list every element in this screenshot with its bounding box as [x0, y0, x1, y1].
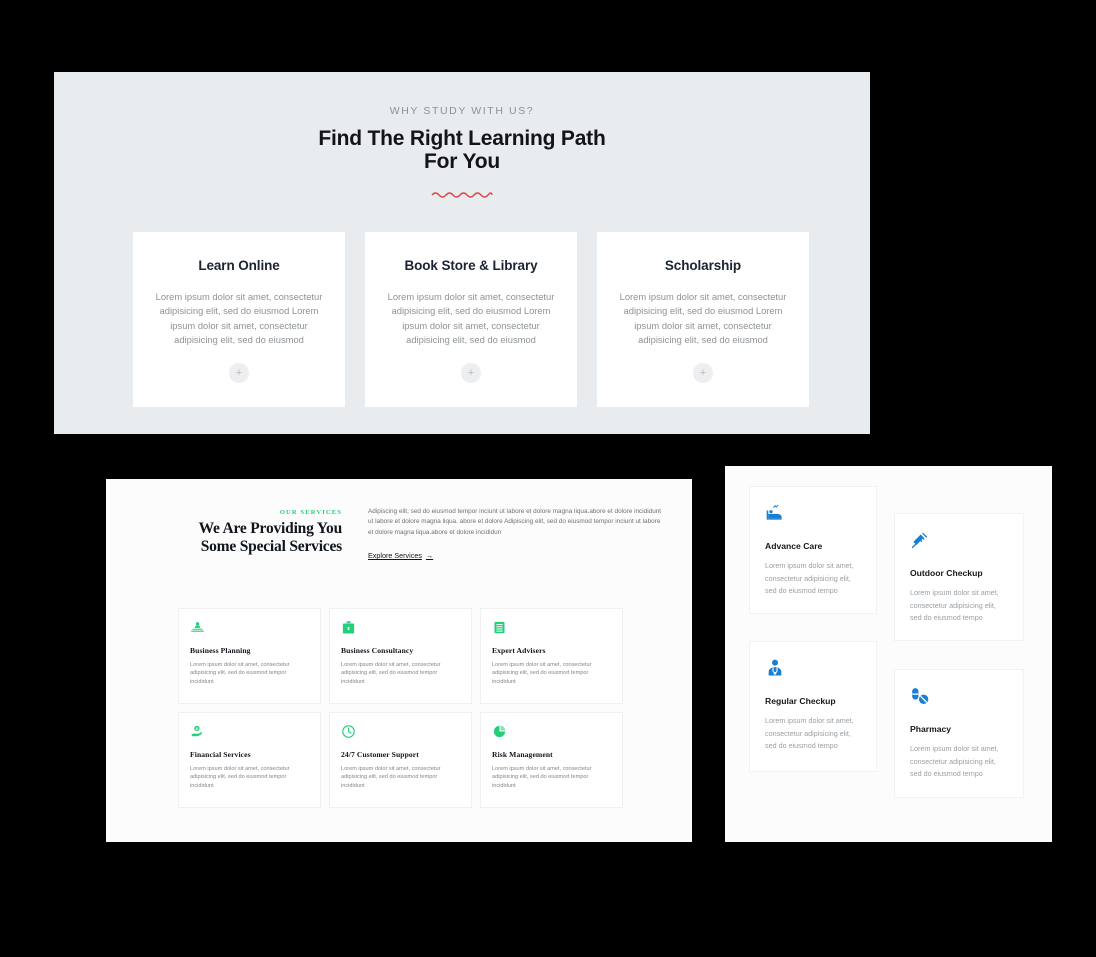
presentation-person-icon: [191, 622, 204, 632]
pie-chart-icon: [493, 725, 506, 738]
service-card-title: Expert Advisers: [492, 646, 546, 655]
service-card-text: Lorem ipsum dolor sit amet, consectetur …: [492, 766, 592, 789]
service-card-title: Business Planning: [190, 646, 251, 655]
learning-path-section: WHY STUDY WITH US? Find The Right Learni…: [54, 72, 870, 434]
service-card-title: Business Consultancy: [341, 646, 414, 655]
plus-icon[interactable]: +: [461, 363, 481, 384]
headline-line-1: Find The Right Learning Path: [318, 127, 606, 150]
learning-card[interactable]: Book Store & Library Lorem ipsum dolor s…: [365, 232, 577, 407]
health-services-section: Advance Care Lorem ipsum dolor sit amet,…: [725, 466, 1052, 842]
learning-card-title: Book Store & Library: [404, 258, 538, 273]
section-eyebrow: WHY STUDY WITH US?: [389, 105, 535, 117]
services-header-left: OUR SERVICES We Are Providing You Some S…: [192, 506, 343, 563]
health-card-title: Regular Checkup: [765, 696, 836, 706]
pills-icon: [912, 688, 929, 704]
health-card-text: Lorem ipsum dolor sit amet, consectetur …: [765, 561, 854, 596]
clock-icon: [342, 725, 355, 738]
health-card[interactable]: Outdoor Checkup Lorem ipsum dolor sit am…: [894, 513, 1024, 641]
learning-card[interactable]: Learn Online Lorem ipsum dolor sit amet,…: [133, 232, 345, 407]
learning-card-title: Learn Online: [198, 258, 280, 273]
learning-card-text: Lorem ipsum dolor sit amet, consectetur …: [387, 291, 555, 345]
health-card-title: Advance Care: [765, 541, 823, 551]
service-card-text: Lorem ipsum dolor sit amet, consectetur …: [190, 662, 290, 685]
service-card-title: Risk Management: [492, 750, 553, 759]
services-title-line-2: Some Special Services: [200, 537, 343, 555]
services-description: Adipiscing elit, sed do eiusmod tempor i…: [368, 508, 662, 536]
page-canvas: WHY STUDY WITH US? Find The Right Learni…: [0, 0, 1096, 957]
services-header: OUR SERVICES We Are Providing You Some S…: [106, 479, 692, 563]
health-card-text: Lorem ipsum dolor sit amet, consectetur …: [765, 716, 854, 751]
learning-card-text: Lorem ipsum dolor sit amet, consectetur …: [619, 291, 787, 345]
services-eyebrow: OUR SERVICES: [279, 509, 342, 516]
explore-services-link[interactable]: Explore Services →: [368, 551, 433, 560]
document-lines-icon: [494, 621, 505, 634]
services-header-right: Adipiscing elit, sed do eiusmod tempor i…: [368, 506, 664, 563]
services-title-line-1: We Are Providing You: [198, 520, 343, 537]
arrow-right-icon: →: [425, 551, 434, 561]
wavy-line-divider-icon: [431, 192, 493, 198]
service-card[interactable]: $ Financial Services Lorem ipsum dolor s…: [178, 712, 321, 808]
plus-icon[interactable]: +: [693, 363, 713, 384]
health-card-title: Outdoor Checkup: [910, 568, 983, 578]
service-card[interactable]: Business Planning Lorem ipsum dolor sit …: [178, 608, 321, 704]
learning-card[interactable]: Scholarship Lorem ipsum dolor sit amet, …: [597, 232, 809, 407]
syringe-icon: [911, 532, 928, 549]
service-card[interactable]: Business Consultancy Lorem ipsum dolor s…: [329, 608, 472, 704]
service-card-text: Lorem ipsum dolor sit amet, consectetur …: [341, 662, 441, 685]
explore-services-label: Explore Services: [368, 551, 422, 561]
service-card[interactable]: 24/7 Customer Support Lorem ipsum dolor …: [329, 712, 472, 808]
service-card-title: 24/7 Customer Support: [341, 750, 419, 759]
service-card-title: Financial Services: [190, 750, 251, 759]
learning-card-text: Lorem ipsum dolor sit amet, consectetur …: [155, 291, 323, 345]
services-title: We Are Providing You Some Special Servic…: [192, 520, 343, 555]
health-card[interactable]: Pharmacy Lorem ipsum dolor sit amet, con…: [894, 669, 1024, 798]
service-card-text: Lorem ipsum dolor sit amet, consectetur …: [190, 766, 290, 789]
hospital-bed-icon: [766, 504, 782, 520]
services-card-grid: Business Planning Lorem ipsum dolor sit …: [178, 608, 623, 808]
plus-icon[interactable]: +: [229, 363, 249, 384]
service-card-text: Lorem ipsum dolor sit amet, consectetur …: [492, 662, 592, 685]
health-card-text: Lorem ipsum dolor sit amet, consectetur …: [910, 588, 999, 623]
service-card-text: Lorem ipsum dolor sit amet, consectetur …: [341, 766, 441, 789]
doctor-icon: [768, 659, 782, 676]
health-card[interactable]: Regular Checkup Lorem ipsum dolor sit am…: [749, 641, 877, 772]
service-card[interactable]: Expert Advisers Lorem ipsum dolor sit am…: [480, 608, 623, 704]
briefcase-icon: [342, 621, 355, 634]
learning-card-title: Scholarship: [664, 258, 742, 273]
hand-money-icon: $: [191, 725, 203, 737]
page-title: Find The Right Learning Path For You: [54, 127, 870, 173]
headline-line-2: For You: [424, 150, 500, 173]
learning-cards-row: Learn Online Lorem ipsum dolor sit amet,…: [133, 232, 809, 407]
service-card[interactable]: Risk Management Lorem ipsum dolor sit am…: [480, 712, 623, 808]
health-card[interactable]: Advance Care Lorem ipsum dolor sit amet,…: [749, 486, 877, 614]
health-card-text: Lorem ipsum dolor sit amet, consectetur …: [910, 744, 999, 779]
health-card-title: Pharmacy: [910, 724, 952, 734]
